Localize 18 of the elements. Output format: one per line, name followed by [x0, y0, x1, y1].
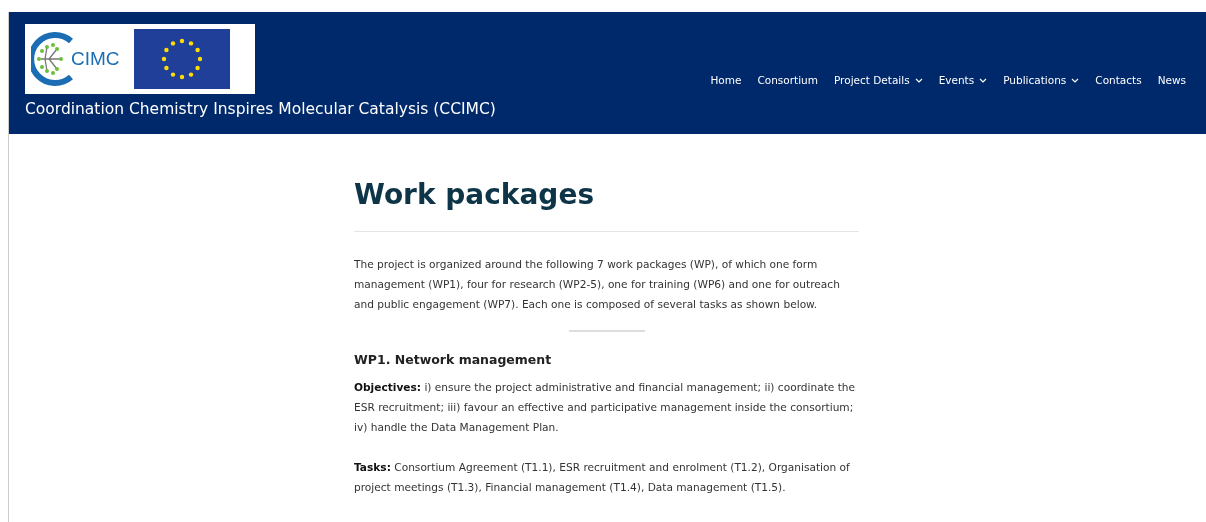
site-title[interactable]: Coordination Chemistry Inspires Molecular Catalysis (CCIMC) — [25, 100, 496, 118]
chevron-down-icon — [979, 77, 988, 83]
nav-link[interactable]: Project Details — [825, 74, 931, 86]
nav-link[interactable]: Events — [930, 74, 996, 86]
logo-text: CIMC — [71, 48, 120, 70]
nav-link[interactable]: Home — [702, 74, 750, 86]
eu-flag-icon — [133, 29, 230, 89]
page-title: Work packages — [354, 178, 596, 211]
nav-link[interactable]: Contacts — [1087, 74, 1150, 86]
nav-link[interactable]: News — [1149, 74, 1194, 86]
section-paragraph: Tasks: Consortium Agreement (T1.1), ESR recruitment and enrolment (T1.2), Organisation of project meetings (T1.3), Financial management (T1.4), Data management (T1.5). — [354, 460, 851, 495]
chevron-down-icon — [1071, 77, 1080, 83]
intro-paragraph: The project is organized around the following 7 work packages (WP), of which one form management (WP1), four for research (WP2-5), one for training (WP6) and one for outreach and public engagement (WP7). Each one is composed of several tasks as shown below. — [354, 257, 841, 312]
nav-link[interactable]: Consortium — [749, 74, 826, 86]
section-paragraph: Objectives: i) ensure the project administrative and financial management; ii) coordinate the ESR recruitment; iii) favour an effective and participative management inside the consortium; iv) handle the Data Management Plan. — [354, 380, 857, 435]
chevron-down-icon — [914, 77, 923, 83]
section-heading: WP1. Network management — [354, 352, 553, 367]
nav-link[interactable]: Publications — [995, 74, 1088, 86]
